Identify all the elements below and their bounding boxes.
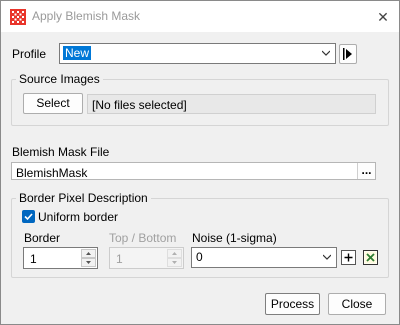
step-down-icon (167, 258, 182, 267)
step-up-icon (167, 249, 182, 258)
selected-files-display: [No files selected] (87, 94, 376, 114)
top-bottom-label: Top / Bottom (109, 231, 177, 245)
noise-value: 0 (196, 250, 203, 264)
noise-dropdown[interactable]: 0 (191, 247, 337, 268)
title-bar: Apply Blemish Mask ✕ (1, 1, 399, 32)
process-button[interactable]: Process (265, 293, 320, 315)
blemish-mask-file-label: Blemish Mask File (12, 145, 110, 159)
border-spinbox[interactable]: 1 (23, 247, 98, 269)
top-bottom-stepper (167, 249, 182, 267)
clear-noise-button[interactable] (363, 250, 378, 265)
chevron-down-icon (323, 254, 331, 260)
border-pixel-title: Border Pixel Description (16, 191, 151, 205)
clear-x-icon (364, 251, 377, 264)
plus-icon (344, 253, 353, 262)
blemish-mask-file-field[interactable]: BlemishMask ... (11, 162, 376, 180)
select-files-button[interactable]: Select (23, 93, 83, 114)
noise-label: Noise (1-sigma) (192, 231, 277, 245)
checkmark-icon (24, 213, 33, 221)
play-icon (343, 48, 352, 60)
source-images-title: Source Images (16, 72, 103, 86)
chevron-down-icon (322, 50, 330, 56)
top-bottom-value: 1 (116, 252, 123, 266)
border-value: 1 (30, 252, 37, 266)
uniform-border-checkbox[interactable] (22, 210, 35, 223)
profile-label: Profile (12, 47, 47, 61)
border-stepper[interactable] (81, 249, 96, 267)
blemish-mask-file-value: BlemishMask (16, 166, 88, 180)
uniform-border-label: Uniform border (38, 210, 119, 224)
profile-apply-button[interactable] (339, 44, 357, 64)
add-noise-button[interactable] (341, 250, 356, 265)
top-bottom-spinbox: 1 (109, 247, 184, 269)
profile-dropdown[interactable]: New (59, 43, 336, 64)
browse-file-button[interactable]: ... (357, 163, 375, 179)
close-icon[interactable]: ✕ (371, 6, 395, 28)
close-button[interactable]: Close (328, 293, 386, 315)
app-grid-icon (10, 9, 26, 25)
window-title: Apply Blemish Mask (32, 9, 141, 23)
border-label: Border (24, 231, 61, 245)
dialog-window: Apply Blemish Mask ✕ Profile New Source … (0, 0, 400, 325)
step-up-icon[interactable] (81, 249, 96, 258)
profile-value: New (63, 46, 92, 60)
step-down-icon[interactable] (81, 258, 96, 267)
